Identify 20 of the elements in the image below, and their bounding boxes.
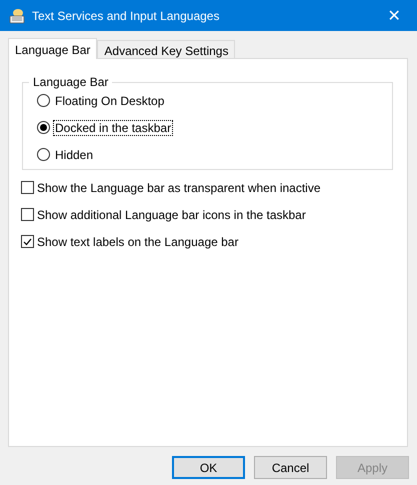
radio-label[interactable]: Hidden (53, 146, 96, 162)
checkbox[interactable] (21, 208, 34, 221)
keyboard-icon (9, 8, 25, 24)
radio-button[interactable] (37, 148, 50, 161)
radio-button[interactable] (37, 121, 50, 134)
radio-label[interactable]: Floating On Desktop (53, 92, 166, 108)
checkbox-label[interactable]: Show text labels on the Language bar (37, 234, 238, 248)
tab[interactable]: Language Bar (8, 38, 98, 59)
checkbox[interactable] (21, 181, 34, 194)
checkbox-label[interactable]: Show the Language bar as transparent when inactive (37, 180, 321, 194)
radio-label[interactable]: Docked in the taskbar (53, 120, 174, 136)
dialog-button[interactable]: OK (172, 456, 245, 479)
group-title: Language Bar (32, 75, 110, 89)
checkbox[interactable] (21, 235, 34, 248)
dialog-button[interactable]: Cancel (254, 456, 327, 479)
radio-button[interactable] (37, 94, 50, 107)
checkbox-label[interactable]: Show additional Language bar icons in the taskbar (37, 208, 306, 222)
close-button[interactable]: ✕ (371, 0, 417, 31)
tab[interactable]: Advanced Key Settings (97, 40, 236, 58)
window-title: Text Services and Input Languages (32, 8, 220, 22)
